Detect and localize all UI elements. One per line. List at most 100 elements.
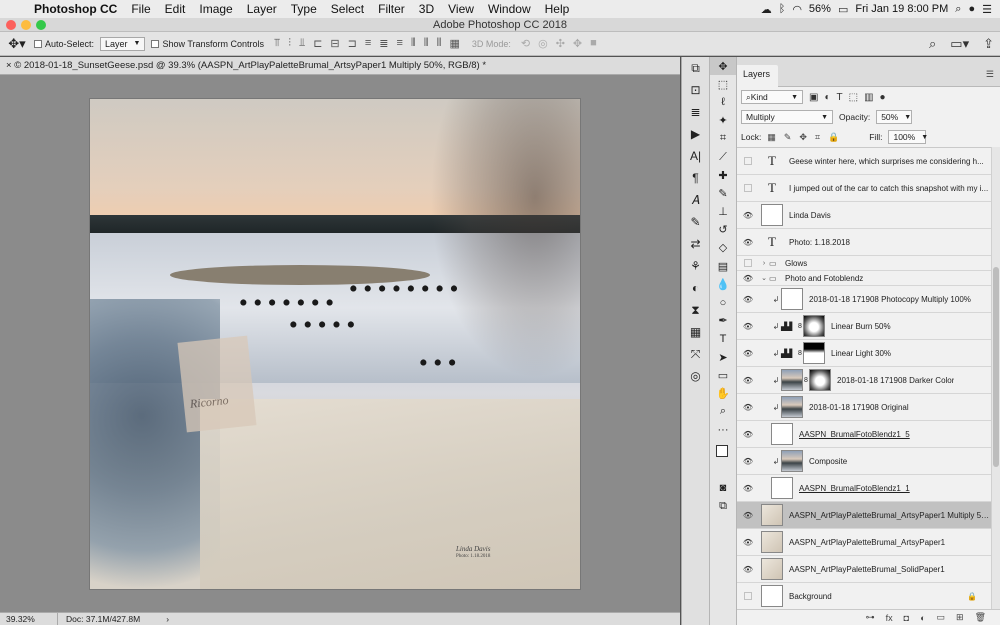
menu-image[interactable]: Image	[192, 2, 239, 16]
layer-row[interactable]: 👁 ↲ ▟▟ 8 Linear Burn 50%	[737, 313, 991, 340]
document-tab[interactable]: × © 2018-01-18_SunsetGeese.psd @ 39.3% (…	[0, 57, 680, 75]
history-panel-icon[interactable]: ⧉	[682, 57, 709, 79]
add-mask-icon[interactable]: ◘	[904, 613, 909, 623]
workspace-icon[interactable]: ▭▾	[950, 36, 969, 52]
artwork-image[interactable]: Ricorno ⬤ ⬤ ⬤ ⬤ ⬤ ⬤ ⬤ ⬤ ⬤ ⬤ ⬤ ⬤ ⬤ ⬤ ⬤ ⬤ …	[89, 98, 581, 590]
hand-tool-icon[interactable]: ✋	[710, 384, 736, 402]
notification-center-icon[interactable]: ☰	[982, 3, 992, 16]
layer-row[interactable]: T Geese winter here, which surprises me …	[737, 148, 991, 175]
gradient-tool-icon[interactable]: ▤	[710, 257, 736, 275]
layer-row[interactable]: Background 🔒	[737, 583, 991, 610]
zoom-level[interactable]: 39.32%	[0, 613, 58, 625]
show-transform-checkbox[interactable]	[151, 39, 160, 48]
screen-mode-icon[interactable]: ⧉	[710, 497, 736, 515]
distribute-hcenter-icon[interactable]: ⦀	[424, 37, 429, 50]
battery-icon[interactable]: ▭	[838, 3, 848, 16]
history-brush-icon[interactable]: ↺	[710, 221, 736, 239]
align-hcenter-icon[interactable]: ⊟	[330, 37, 339, 50]
panel-menu-icon[interactable]: ☰	[986, 69, 994, 80]
eye-icon[interactable]: 👁	[741, 484, 755, 493]
clock[interactable]: Fri Jan 19 8:00 PM	[855, 3, 948, 15]
foreground-color-swatch[interactable]	[716, 444, 728, 457]
lock-all-icon[interactable]: 🔒	[828, 132, 839, 143]
opacity-field[interactable]: 50% ▼	[876, 110, 913, 124]
3d-slide-icon[interactable]: ✥	[573, 37, 582, 50]
search-icon[interactable]: ⌕	[929, 36, 936, 52]
layer-row[interactable]: 👁 Linda Davis	[737, 202, 991, 229]
visibility-toggle[interactable]	[744, 157, 752, 165]
marquee-tool-icon[interactable]: ⬚	[710, 75, 736, 93]
libraries-panel-icon[interactable]: ◎	[682, 365, 709, 387]
dodge-tool-icon[interactable]: ○	[710, 293, 736, 311]
eye-icon[interactable]: 👁	[741, 511, 755, 520]
layer-row[interactable]: 👁 ↲ ▟▟ 8 Linear Light 30%	[737, 340, 991, 367]
align-vcenter-icon[interactable]: ⫶	[288, 37, 291, 50]
share-icon[interactable]: ⇪	[983, 36, 994, 52]
brush-tool-icon[interactable]: ✎	[710, 184, 736, 202]
lock-artboard-icon[interactable]: ⌗	[815, 132, 820, 143]
filter-shape-icon[interactable]: ⬚	[849, 92, 858, 103]
layer-row-selected[interactable]: 👁 AASPN_ArtPlayPaletteBrumal_ArtsyPaper1…	[737, 502, 991, 529]
distribute-bottom-icon[interactable]: ≡	[396, 37, 402, 50]
tab-layers[interactable]: Layers	[737, 65, 779, 87]
more-tools-icon[interactable]: ···	[710, 421, 736, 439]
glyphs-panel-icon[interactable]: 𝐴	[682, 189, 709, 211]
path-selection-icon[interactable]: ➤	[710, 348, 736, 366]
filter-adjustment-icon[interactable]: ◐	[824, 92, 830, 103]
align-left-icon[interactable]: ⊏	[313, 37, 322, 50]
layer-row[interactable]: 👁 ↲ 2018-01-18 171908 Original	[737, 394, 991, 421]
color-swatches[interactable]	[710, 439, 736, 479]
lock-image-icon[interactable]: ✎	[784, 132, 792, 143]
menu-filter[interactable]: Filter	[371, 2, 412, 16]
new-layer-icon[interactable]: ⊞	[956, 612, 964, 623]
visibility-toggle[interactable]	[744, 259, 752, 267]
actions-panel-icon[interactable]: ⊡	[682, 79, 709, 101]
eye-icon[interactable]: 👁	[741, 403, 755, 412]
properties-panel-icon[interactable]: ≣	[682, 101, 709, 123]
new-group-icon[interactable]: ▭	[937, 612, 946, 623]
status-menu-chevron[interactable]: ›	[166, 613, 169, 625]
canvas-area[interactable]: Ricorno ⬤ ⬤ ⬤ ⬤ ⬤ ⬤ ⬤ ⬤ ⬤ ⬤ ⬤ ⬤ ⬤ ⬤ ⬤ ⬤ …	[0, 75, 680, 612]
layer-row[interactable]: 👁 ↲ Composite	[737, 448, 991, 475]
new-adjustment-icon[interactable]: ◐	[920, 613, 925, 623]
bluetooth-icon[interactable]: ᛒ	[779, 3, 786, 15]
wifi-icon[interactable]: ◠	[792, 3, 802, 16]
blend-mode-dropdown[interactable]: Multiply ▼	[741, 110, 833, 124]
eye-icon[interactable]: 👁	[741, 274, 755, 283]
move-tool-preset-icon[interactable]: ✥▾	[0, 36, 34, 52]
navigator-icon[interactable]: ⧗	[682, 299, 709, 321]
menu-help[interactable]: Help	[538, 2, 577, 16]
eye-icon[interactable]: 👁	[741, 376, 755, 385]
align-right-icon[interactable]: ⊐	[348, 37, 357, 50]
eye-icon[interactable]: 👁	[741, 322, 755, 331]
eye-icon[interactable]: 👁	[741, 457, 755, 466]
filter-toggle-icon[interactable]: ●	[880, 92, 886, 103]
blur-tool-icon[interactable]: 💧	[710, 275, 736, 293]
eraser-tool-icon[interactable]: ◇	[710, 239, 736, 257]
brushes-panel-icon[interactable]: ✎	[682, 211, 709, 233]
lock-position-icon[interactable]: ✥	[799, 132, 807, 143]
menu-edit[interactable]: Edit	[158, 2, 193, 16]
align-top-icon[interactable]: ⫪	[274, 37, 280, 50]
zoom-tool-icon[interactable]: ⌕	[710, 403, 736, 421]
menu-layer[interactable]: Layer	[240, 2, 284, 16]
3d-scale-icon[interactable]: ■	[590, 37, 597, 50]
delete-layer-icon[interactable]: 🗑	[975, 612, 986, 623]
3d-roll-icon[interactable]: ◎	[538, 37, 548, 50]
menu-app[interactable]: Photoshop CC	[30, 2, 124, 16]
styles-panel-icon[interactable]: ◐	[682, 277, 709, 299]
healing-brush-icon[interactable]: ✚	[710, 166, 736, 184]
filter-smart-object-icon[interactable]: ▥	[864, 92, 873, 103]
layer-row[interactable]: 👁 AASPN_ArtPlayPaletteBrumal_ArtsyPaper1	[737, 529, 991, 556]
paths-panel-icon[interactable]: ⤧	[682, 343, 709, 365]
eye-icon[interactable]: 👁	[741, 295, 755, 304]
distribute-vcenter-icon[interactable]: ≣	[379, 37, 388, 50]
pen-tool-icon[interactable]: ✒	[710, 312, 736, 330]
play-action-icon[interactable]: ▶	[682, 123, 709, 145]
distribute-left-icon[interactable]: ⦀	[411, 37, 416, 50]
user-avatar-icon[interactable]: ●	[968, 3, 975, 15]
eye-icon[interactable]: 👁	[741, 565, 755, 574]
chevron-right-icon[interactable]: ›	[759, 260, 769, 267]
layer-row[interactable]: 👁 AASPN_BrumalFotoBlendz1_5	[737, 421, 991, 448]
eye-icon[interactable]: 👁	[741, 430, 755, 439]
